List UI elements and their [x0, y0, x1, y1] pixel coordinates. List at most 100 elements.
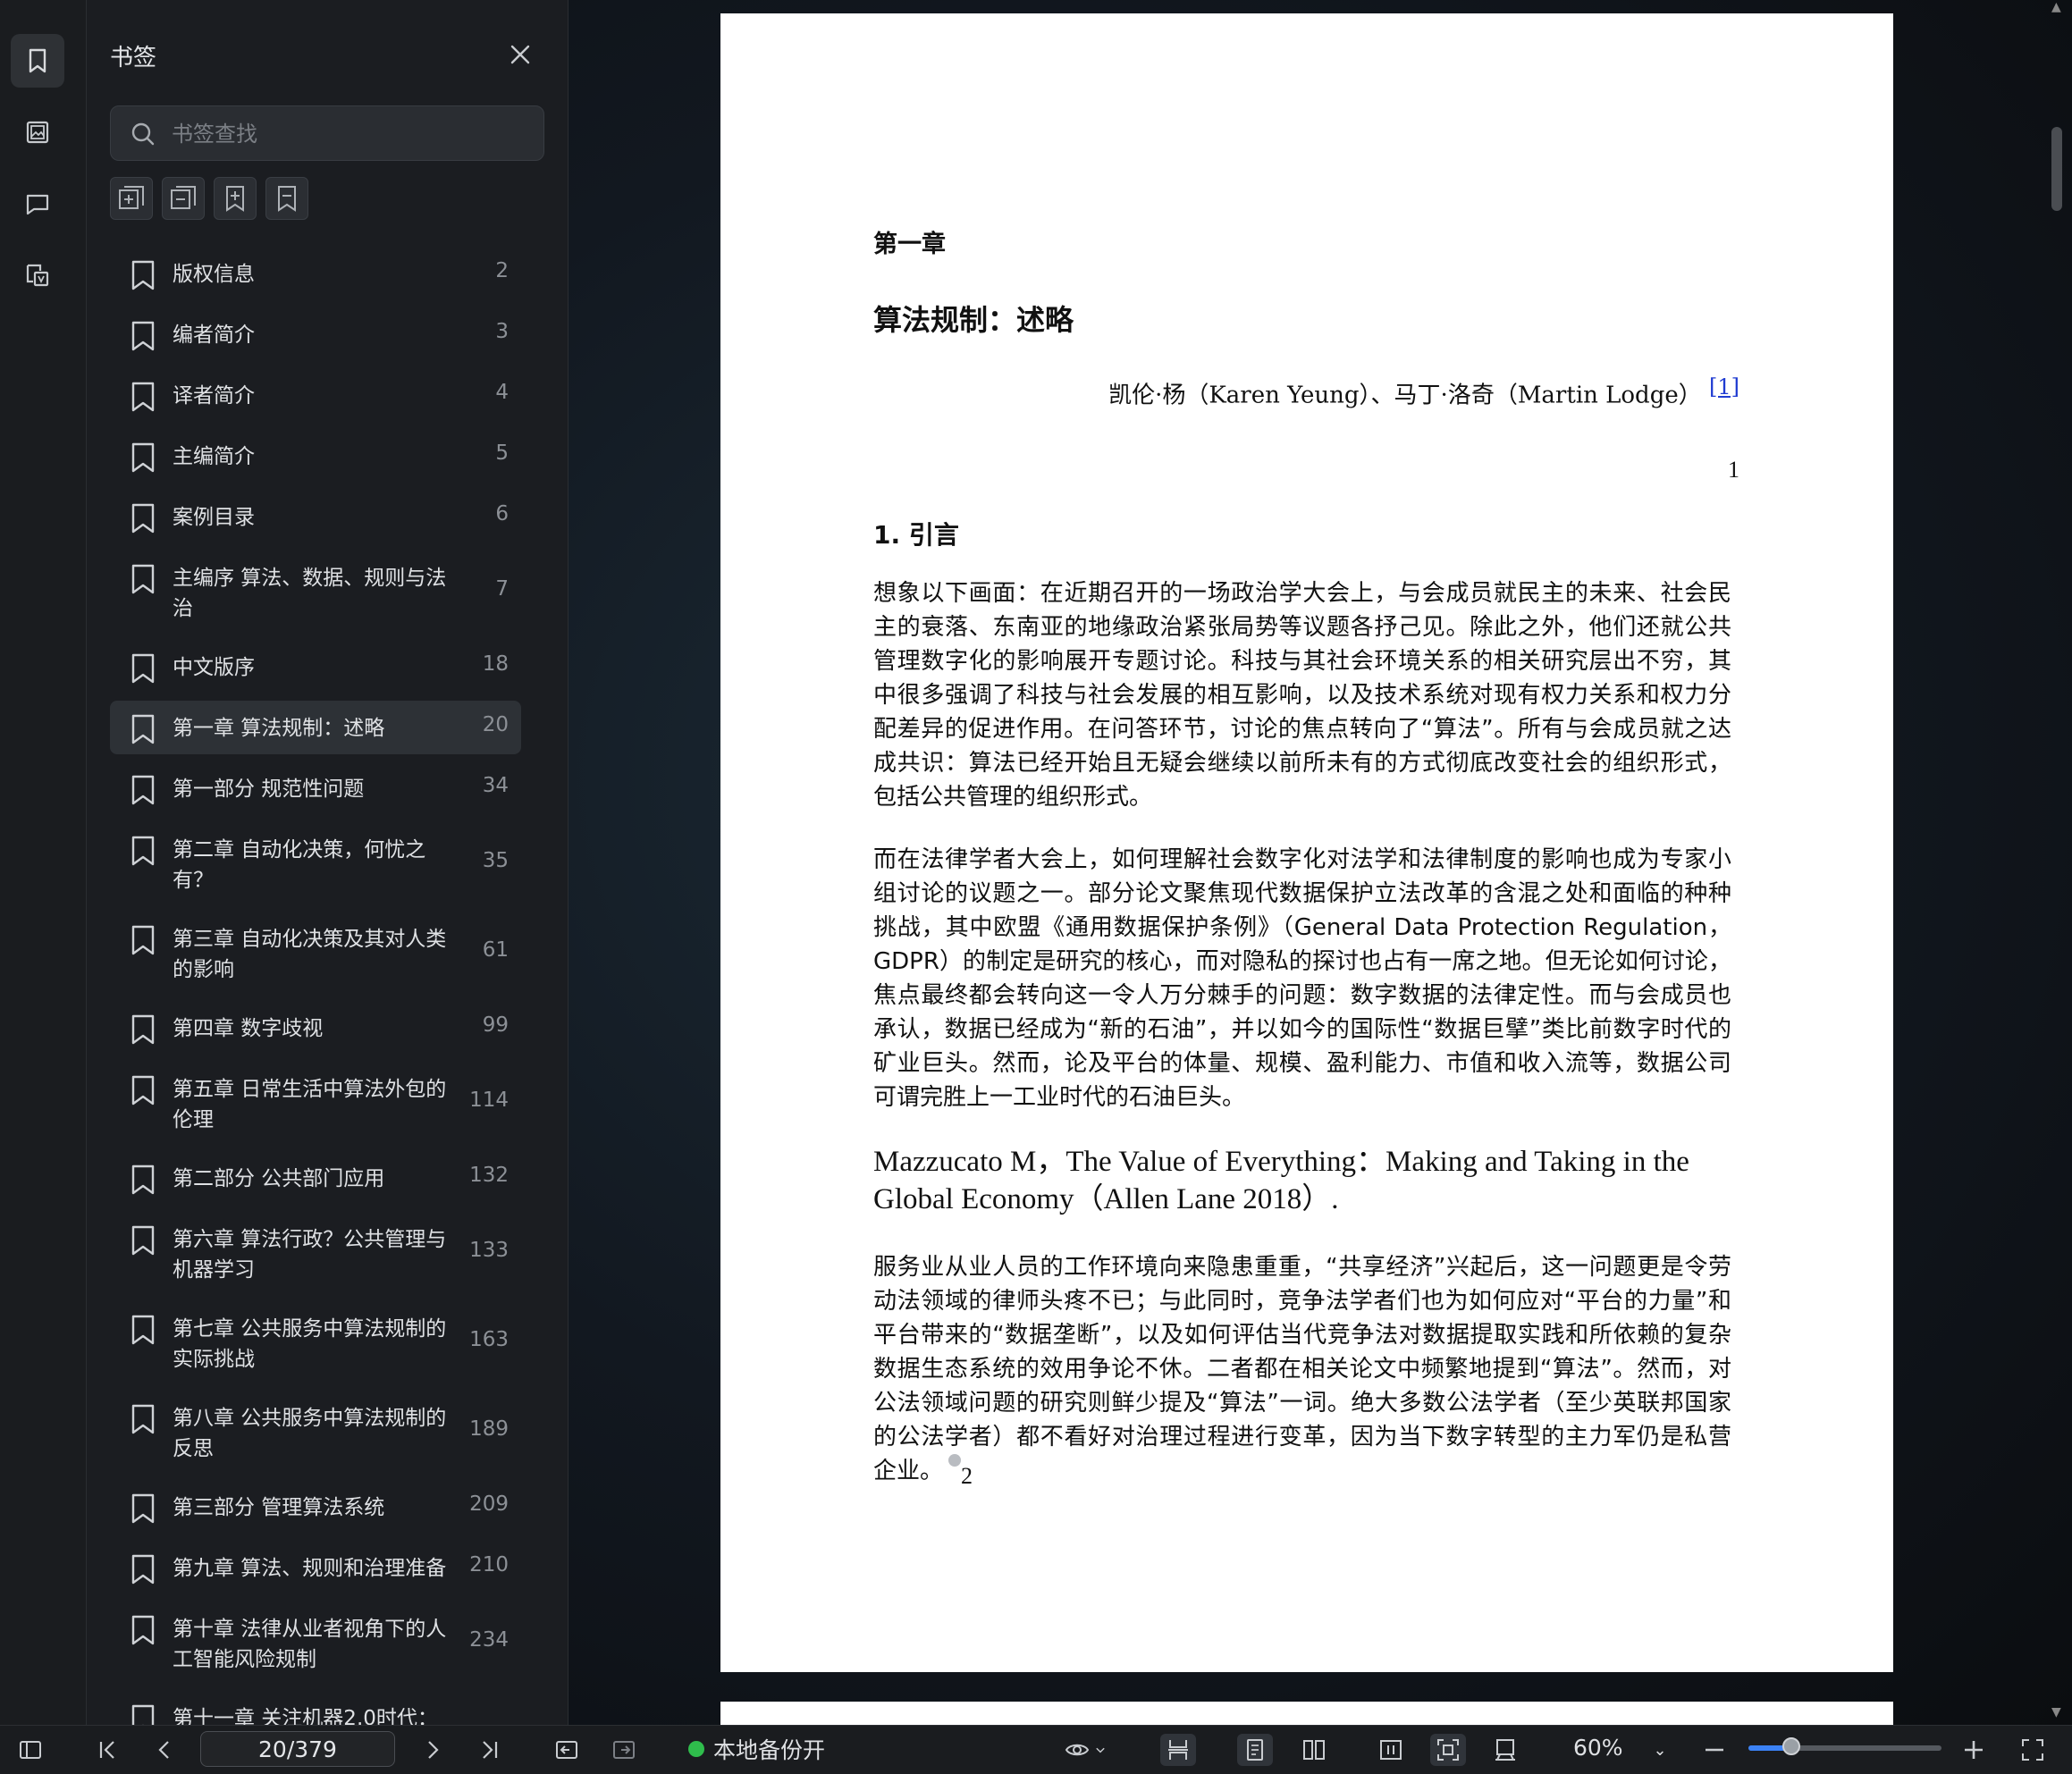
bookmark-label: 第一章 算法规制：述略 [173, 717, 385, 740]
backup-status-dot [688, 1741, 704, 1757]
bookmark-item[interactable]: 第四章 数字歧视 99 [110, 1001, 521, 1055]
bookmark-item[interactable]: 第一章 算法规制：述略 20 [110, 701, 521, 754]
bookmark-label: 版权信息 [173, 263, 255, 286]
bookmark-item[interactable]: 第一部分 规范性问题 34 [110, 761, 521, 815]
back-icon[interactable] [551, 1734, 583, 1766]
backup-status[interactable]: 本地备份开 [688, 1733, 825, 1765]
chapter-title: 算法规制：述略 [873, 303, 1074, 337]
bookmark-page-number: 133 [469, 1239, 509, 1262]
fit-page-icon[interactable] [1430, 1734, 1466, 1766]
bookmark-icon [131, 1615, 155, 1645]
bookmark-icon [131, 653, 155, 684]
bookmark-item[interactable]: 第二部分 公共部门应用 132 [110, 1151, 521, 1205]
bookmark-toolbar [110, 177, 308, 220]
two-page-icon[interactable] [1296, 1734, 1332, 1766]
bookmark-label: 第八章 公共服务中算法规制的反思 [173, 1407, 447, 1460]
bookmark-icon [131, 1554, 155, 1585]
bookmark-item[interactable]: 第九章 算法、规则和治理准备 210 [110, 1541, 521, 1594]
bookmark-item[interactable]: 案例目录 6 [110, 490, 521, 543]
page-number: 1 [1728, 457, 1739, 483]
bookmark-item[interactable]: 第三章 自动化决策及其对人类的影响 61 [110, 912, 521, 994]
image-panel-icon[interactable] [11, 105, 64, 159]
zoom-out-icon[interactable] [1698, 1734, 1731, 1766]
next-page-icon[interactable] [417, 1734, 449, 1766]
single-page-icon[interactable] [1237, 1734, 1273, 1766]
panel-title: 书签 [110, 45, 157, 71]
collapse-all-icon[interactable] [162, 177, 205, 220]
bookmark-label: 第二部分 公共部门应用 [173, 1167, 385, 1190]
extract-panel-icon[interactable] [11, 248, 64, 302]
first-page-icon[interactable] [91, 1734, 123, 1766]
bookmark-panel: 书签 版权信息 2 编者简介 3 译者简介 4 主编简介 5 案例目录 6 主编序 算法、数据、规则… [87, 0, 569, 1725]
annotation-marker-icon[interactable] [948, 1454, 962, 1467]
last-page-icon[interactable] [474, 1734, 506, 1766]
bookmark-icon [131, 836, 155, 866]
bookmark-icon [131, 775, 155, 805]
zoom-dropdown[interactable]: 60% ⌄ [1573, 1735, 1667, 1761]
bookmark-icon [131, 714, 155, 744]
bookmark-item[interactable]: 主编序 算法、数据、规则与法治 7 [110, 551, 521, 633]
bookmark-icon [131, 1404, 155, 1434]
bookmark-panel-icon[interactable] [11, 34, 64, 88]
bookmark-label: 第九章 算法、规则和治理准备 [173, 1557, 447, 1580]
eye-icon[interactable] [1058, 1734, 1112, 1766]
footnote-link[interactable]: [1] [1709, 374, 1739, 399]
comment-panel-icon[interactable] [11, 177, 64, 231]
add-bookmark-icon[interactable] [214, 177, 257, 220]
bookmark-item[interactable]: 第三部分 管理算法系统 209 [110, 1480, 521, 1534]
previous-page-icon[interactable] [148, 1734, 181, 1766]
bookmark-label: 第三章 自动化决策及其对人类的影响 [173, 928, 447, 981]
bookmark-label: 译者简介 [173, 384, 255, 408]
bookmark-item[interactable]: 第十一章 关注机器2.0时代： [110, 1691, 521, 1725]
bookmark-icon [131, 382, 155, 412]
search-input[interactable] [170, 115, 531, 153]
forward-icon[interactable] [608, 1734, 640, 1766]
bookmark-item[interactable]: 第二章 自动化决策，何忧之有？ 35 [110, 822, 521, 904]
bookmark-item[interactable]: 编者简介 3 [110, 307, 521, 361]
bookmark-item[interactable]: 版权信息 2 [110, 247, 521, 300]
bookmark-label: 第五章 日常生活中算法外包的伦理 [173, 1078, 447, 1131]
bookmark-page-number: 2 [495, 259, 509, 282]
bookmark-page-number: 209 [469, 1492, 509, 1516]
zoom-slider[interactable] [1748, 1737, 1941, 1755]
expand-all-icon[interactable] [110, 177, 153, 220]
bookmark-icon [131, 925, 155, 955]
bookmark-label: 中文版序 [173, 656, 255, 679]
bookmark-item[interactable]: 第五章 日常生活中算法外包的伦理 114 [110, 1062, 521, 1144]
bookmark-label: 主编序 算法、数据、规则与法治 [173, 567, 447, 620]
bookmark-page-number: 4 [495, 381, 509, 404]
scroll-down-icon[interactable]: ▼ [2051, 1705, 2061, 1719]
page-number-input[interactable] [200, 1731, 395, 1767]
bookmark-icon [131, 1225, 155, 1256]
bookmark-item[interactable]: 中文版序 18 [110, 640, 521, 694]
actual-size-icon[interactable] [1487, 1734, 1523, 1766]
bookmark-item[interactable]: 主编简介 5 [110, 429, 521, 483]
bookmark-page-number: 132 [469, 1164, 509, 1187]
fit-width-icon[interactable] [1373, 1734, 1409, 1766]
bookmark-search[interactable] [110, 105, 544, 161]
bottom-toolbar: 本地备份开 60% ⌄ [0, 1725, 2072, 1774]
bookmark-item[interactable]: 第七章 公共服务中算法规制的实际挑战 163 [110, 1301, 521, 1383]
continuous-scroll-icon[interactable] [1160, 1734, 1196, 1766]
scroll-up-icon[interactable]: ▲ [2051, 0, 2061, 14]
zoom-in-icon[interactable] [1958, 1734, 1990, 1766]
sidebar-toggle-icon[interactable] [14, 1734, 46, 1766]
zoom-label: 60% [1573, 1735, 1623, 1761]
backup-label: 本地备份开 [713, 1737, 826, 1763]
bookmark-icon [131, 1704, 155, 1725]
document-scrollbar[interactable] [2051, 127, 2062, 211]
bookmark-page-number: 234 [469, 1628, 509, 1652]
fullscreen-icon[interactable] [2017, 1734, 2049, 1766]
bookmark-item[interactable]: 第八章 公共服务中算法规制的反思 189 [110, 1391, 521, 1473]
bookmark-label: 第三部分 管理算法系统 [173, 1496, 385, 1519]
close-icon[interactable] [507, 41, 534, 68]
bookmark-item[interactable]: 第六章 算法行政？公共管理与机器学习 133 [110, 1212, 521, 1294]
paragraph-3: 服务业从业人员的工作环境向来隐患重重，“共享经济”兴起后，这一问题更是令劳动法领… [873, 1250, 1731, 1493]
bookmark-label: 第六章 算法行政？公共管理与机器学习 [173, 1228, 447, 1282]
paragraph-1: 想象以下画面：在近期召开的一场政治学大会上，与会成员就民主的未来、社会民主的衰落… [873, 580, 1731, 811]
bookmark-item[interactable]: 译者简介 4 [110, 368, 521, 422]
remove-bookmark-icon[interactable] [265, 177, 308, 220]
zoom-slider-handle[interactable] [1781, 1737, 1800, 1755]
bookmark-icon [131, 1493, 155, 1524]
bookmark-item[interactable]: 第十章 法律从业者视角下的人工智能风险规制 234 [110, 1602, 521, 1684]
